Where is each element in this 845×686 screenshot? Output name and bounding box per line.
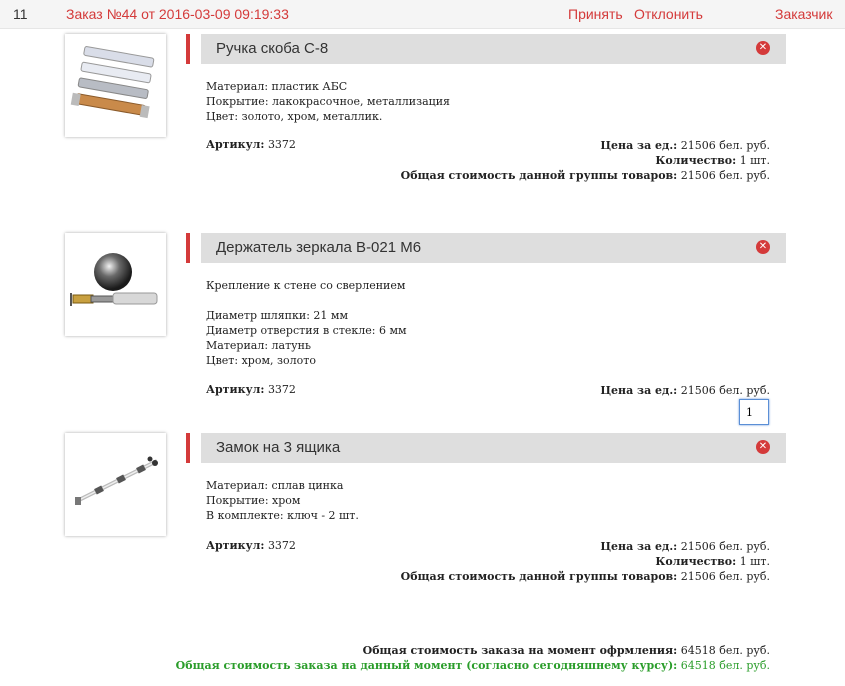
accept-link[interactable]: Принять	[568, 6, 623, 22]
article-value: 3372	[267, 138, 296, 151]
group-total-value: 21506 бел. руб.	[680, 169, 770, 182]
desc-line: В комплекте: ключ - 2 шт.	[206, 509, 359, 522]
close-circle-icon[interactable]: ✕	[756, 440, 770, 454]
item-marker	[186, 233, 190, 263]
article-label: Артикул:	[206, 138, 265, 151]
item-pricing: Цена за ед.: 21506 бел. руб.	[600, 383, 770, 398]
desc-line: Покрытие: лакокрасочное, металлизация	[206, 95, 450, 108]
item-header: Ручка скоба С-8 ✕	[201, 34, 786, 64]
item-header: Держатель зеркала В-021 М6 ✕	[201, 233, 786, 263]
item-name: Держатель зеркала В-021 М6	[216, 239, 422, 256]
group-total-label: Общая стоимость данной группы товаров:	[400, 169, 678, 182]
item-description: Материал: пластик АБС Покрытие: лакокрас…	[206, 79, 450, 124]
item-marker	[186, 433, 190, 463]
quantity-value: 1 шт.	[739, 555, 770, 568]
price-label: Цена за ед.:	[600, 139, 678, 152]
item-pricing: Цена за ед.: 21506 бел. руб. Количество:…	[401, 539, 770, 584]
desc-line: Покрытие: хром	[206, 494, 301, 507]
desc-line: Материал: сплав цинка	[206, 479, 344, 492]
quantity-label: Количество:	[655, 555, 737, 568]
product-image-handle	[65, 34, 166, 137]
price-value: 21506 бел. руб.	[680, 139, 770, 152]
desc-line: Цвет: хром, золото	[206, 354, 316, 367]
item-header: Замок на 3 ящика ✕	[201, 433, 786, 463]
desc-line: Диаметр отверстия в стекле: 6 мм	[206, 324, 407, 337]
product-image-mirror-holder	[65, 233, 166, 336]
desc-line: Крепление к стене со сверлением	[206, 279, 406, 292]
total-at-order-label: Общая стоимость заказа на момент офрмлен…	[362, 644, 678, 657]
desc-line: Материал: латунь	[206, 339, 311, 352]
item-article: Артикул: 3372	[206, 539, 296, 552]
order-row-number: 11	[13, 6, 28, 22]
article-value: 3372	[267, 383, 296, 396]
article-label: Артикул:	[206, 383, 265, 396]
desc-line	[206, 293, 407, 308]
article-value: 3372	[267, 539, 296, 552]
total-at-order-value: 64518 бел. руб.	[680, 644, 770, 657]
item-description: Материал: сплав цинка Покрытие: хром В к…	[206, 478, 359, 523]
quantity-label: Количество:	[655, 154, 737, 167]
desc-line: Материал: пластик АБС	[206, 80, 348, 93]
item-article: Артикул: 3372	[206, 138, 296, 151]
close-circle-icon[interactable]: ✕	[756, 240, 770, 254]
close-circle-icon[interactable]: ✕	[756, 41, 770, 55]
price-value: 21506 бел. руб.	[680, 384, 770, 397]
price-label: Цена за ед.:	[600, 540, 678, 553]
group-total-value: 21506 бел. руб.	[680, 570, 770, 583]
quantity-input[interactable]	[739, 399, 769, 425]
item-name: Замок на 3 ящика	[216, 439, 341, 456]
quantity-value: 1 шт.	[739, 154, 770, 167]
customer-link[interactable]: Заказчик	[775, 6, 833, 22]
order-totals: Общая стоимость заказа на момент офрмлен…	[176, 643, 770, 673]
item-pricing: Цена за ед.: 21506 бел. руб. Количество:…	[401, 138, 770, 183]
desc-line: Цвет: золото, хром, металлик.	[206, 110, 383, 123]
article-label: Артикул:	[206, 539, 265, 552]
item-marker	[186, 34, 190, 64]
desc-line: Диаметр шляпки: 21 мм	[206, 309, 349, 322]
item-name: Ручка скоба С-8	[216, 40, 329, 57]
order-title[interactable]: Заказ №44 от 2016-03-09 09:19:33	[66, 6, 289, 22]
item-article: Артикул: 3372	[206, 383, 296, 396]
group-total-label: Общая стоимость данной группы товаров:	[400, 570, 678, 583]
decline-link[interactable]: Отклонить	[634, 6, 703, 22]
order-header: 11 Заказ №44 от 2016-03-09 09:19:33 Прин…	[0, 0, 845, 29]
total-current-label: Общая стоимость заказа на данный момент …	[175, 659, 678, 672]
product-image-lock	[65, 433, 166, 536]
total-current-value: 64518 бел. руб.	[680, 659, 770, 672]
price-label: Цена за ед.:	[600, 384, 678, 397]
item-description: Крепление к стене со сверлением Диаметр …	[206, 278, 407, 368]
price-value: 21506 бел. руб.	[680, 540, 770, 553]
